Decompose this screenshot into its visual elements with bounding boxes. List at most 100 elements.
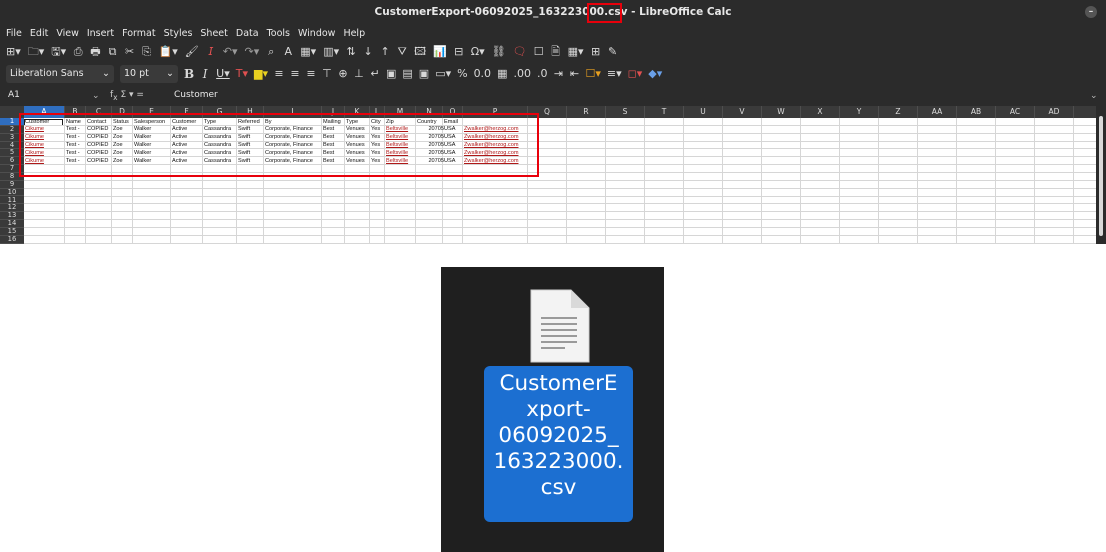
find-replace-icon[interactable]: ⌕ [266, 45, 276, 59]
number-format-icon[interactable]: 0.0 [474, 67, 492, 81]
align-center-icon[interactable]: ≡ [290, 67, 300, 81]
formula-bar: A1 ⌄ fx Σ ▾ = Customer ⌄ [0, 86, 1106, 106]
font-name-box[interactable]: Liberation Sans ⌄ [6, 65, 114, 83]
merge-center-icon[interactable]: ▣ [419, 67, 429, 81]
formula-input[interactable]: Customer [170, 88, 1090, 104]
column-header-w[interactable]: W [762, 106, 801, 118]
sort-icon[interactable]: ⇅ [346, 45, 356, 59]
define-print-area-icon[interactable]: 🗎 [551, 45, 561, 59]
underline-icon[interactable]: U▾ [216, 67, 230, 81]
show-draw-functions-icon[interactable]: ✎ [608, 45, 618, 59]
menu-item-edit[interactable]: Edit [30, 28, 48, 39]
name-box[interactable]: A1 [4, 88, 92, 104]
highlight-color-icon[interactable]: ▆▾ [254, 67, 268, 81]
menu-item-file[interactable]: File [6, 28, 22, 39]
window-close-button[interactable]: – [1085, 6, 1097, 18]
column-header-y[interactable]: Y [840, 106, 879, 118]
open-icon[interactable]: 🗀▾ [28, 45, 45, 59]
background-color-icon[interactable]: ◆▾ [648, 67, 662, 81]
split-window-icon[interactable]: ⊞ [591, 45, 601, 59]
bold-icon[interactable]: B [184, 67, 194, 81]
column-header-aa[interactable]: AA [918, 106, 957, 118]
column-header-t[interactable]: T [645, 106, 684, 118]
wrap-text-icon[interactable]: ↵ [370, 67, 380, 81]
align-left-icon[interactable]: ≡ [274, 67, 284, 81]
hyperlink-icon[interactable]: ⛓ [492, 45, 506, 59]
save-icon[interactable]: 🖫▾ [51, 45, 66, 59]
name-box-chevron-down-icon[interactable]: ⌄ [92, 91, 110, 101]
vertical-scrollbar[interactable] [1096, 106, 1106, 244]
menu-item-insert[interactable]: Insert [87, 28, 114, 39]
menu-item-tools[interactable]: Tools [267, 28, 290, 39]
spelling-icon[interactable]: A [283, 45, 293, 59]
clear-format-icon[interactable]: 𝘐 [206, 45, 216, 59]
column-header-ab[interactable]: AB [957, 106, 996, 118]
increase-indent-icon[interactable]: ⇥ [553, 67, 563, 81]
special-character-icon[interactable]: Ω▾ [471, 45, 485, 59]
column-icon[interactable]: ▥▾ [323, 45, 339, 59]
currency-icon[interactable]: ▭▾ [435, 67, 451, 81]
new-icon[interactable]: ⊞▾ [6, 45, 21, 59]
delete-decimal-icon[interactable]: .0 [537, 67, 548, 81]
column-header-ad[interactable]: AD [1035, 106, 1074, 118]
image-icon[interactable]: 🖾 [414, 45, 426, 59]
column-header-z[interactable]: Z [879, 106, 918, 118]
menu-item-sheet[interactable]: Sheet [200, 28, 227, 39]
menu-item-help[interactable]: Help [343, 28, 365, 39]
text-document-icon[interactable] [527, 287, 593, 365]
align-bottom-icon[interactable]: ⊥ [354, 67, 364, 81]
font-color-icon[interactable]: T▾ [236, 67, 248, 81]
date-format-icon[interactable]: ▦ [497, 67, 507, 81]
add-decimal-icon[interactable]: .00 [513, 67, 531, 81]
expand-formula-bar-icon[interactable]: ⌄ [1090, 91, 1106, 101]
italic-icon[interactable]: I [200, 67, 210, 81]
font-size-box[interactable]: 10 pt ⌄ [120, 65, 178, 83]
decrease-indent-icon[interactable]: ⇤ [569, 67, 579, 81]
menu-item-window[interactable]: Window [298, 28, 335, 39]
menu-item-styles[interactable]: Styles [164, 28, 193, 39]
center-vertically-icon[interactable]: ⊕ [338, 67, 348, 81]
pivot-table-icon[interactable]: ⊟ [454, 45, 464, 59]
grid-column-line [1034, 118, 1035, 244]
column-header-s[interactable]: S [606, 106, 645, 118]
borders-icon[interactable]: ☐▾ [585, 67, 600, 81]
sort-descending-icon[interactable]: ↑ [380, 45, 390, 59]
column-header-r[interactable]: R [567, 106, 606, 118]
menu-item-format[interactable]: Format [122, 28, 155, 39]
column-header-v[interactable]: V [723, 106, 762, 118]
print-icon[interactable]: 🖶 [90, 45, 100, 59]
align-top-icon[interactable]: ⊤ [322, 67, 332, 81]
print-preview-icon[interactable]: ⧉ [108, 45, 118, 59]
border-style-icon[interactable]: ≡▾ [607, 67, 622, 81]
menu-item-view[interactable]: View [56, 28, 79, 39]
align-right-icon[interactable]: ≡ [306, 67, 316, 81]
paste-icon[interactable]: 📋▾ [159, 45, 178, 59]
export-pdf-icon[interactable]: ⎙ [73, 45, 83, 59]
font-size-chevron-down-icon[interactable]: ⌄ [166, 68, 174, 80]
font-name-chevron-down-icon[interactable]: ⌄ [102, 68, 110, 80]
sort-ascending-icon[interactable]: ↓ [363, 45, 373, 59]
clone-format-icon[interactable]: 🖌 [185, 45, 199, 59]
headers-footers-icon[interactable]: ☐ [534, 45, 544, 59]
function-wizard-icon[interactable]: fx Σ ▾ = [110, 90, 170, 102]
chart-icon[interactable]: 📊 [433, 45, 447, 59]
scrollbar-thumb[interactable] [1099, 116, 1103, 236]
row-icon[interactable]: ▦▾ [300, 45, 316, 59]
column-header-ac[interactable]: AC [996, 106, 1035, 118]
redo-icon[interactable]: ↷▾ [245, 45, 260, 59]
row-header-16[interactable]: 16 [0, 235, 24, 244]
merge-cells-icon[interactable]: ▣ [386, 67, 396, 81]
copy-icon[interactable]: ⎘ [142, 45, 152, 59]
percent-icon[interactable]: % [457, 67, 467, 81]
autofilter-icon[interactable]: ⛛ [397, 45, 407, 59]
unmerge-cells-icon[interactable]: ▤ [402, 67, 412, 81]
file-name-label[interactable]: CustomerE xport- 06092025_ 163223000. cs… [484, 366, 633, 522]
menu-item-data[interactable]: Data [236, 28, 259, 39]
freeze-rows-icon[interactable]: ▦▾ [568, 45, 584, 59]
border-color-icon[interactable]: ◻▾ [628, 67, 643, 81]
comment-icon[interactable]: 🗨 [513, 45, 527, 59]
cut-icon[interactable]: ✂ [125, 45, 135, 59]
undo-icon[interactable]: ↶▾ [223, 45, 238, 59]
column-header-x[interactable]: X [801, 106, 840, 118]
column-header-u[interactable]: U [684, 106, 723, 118]
